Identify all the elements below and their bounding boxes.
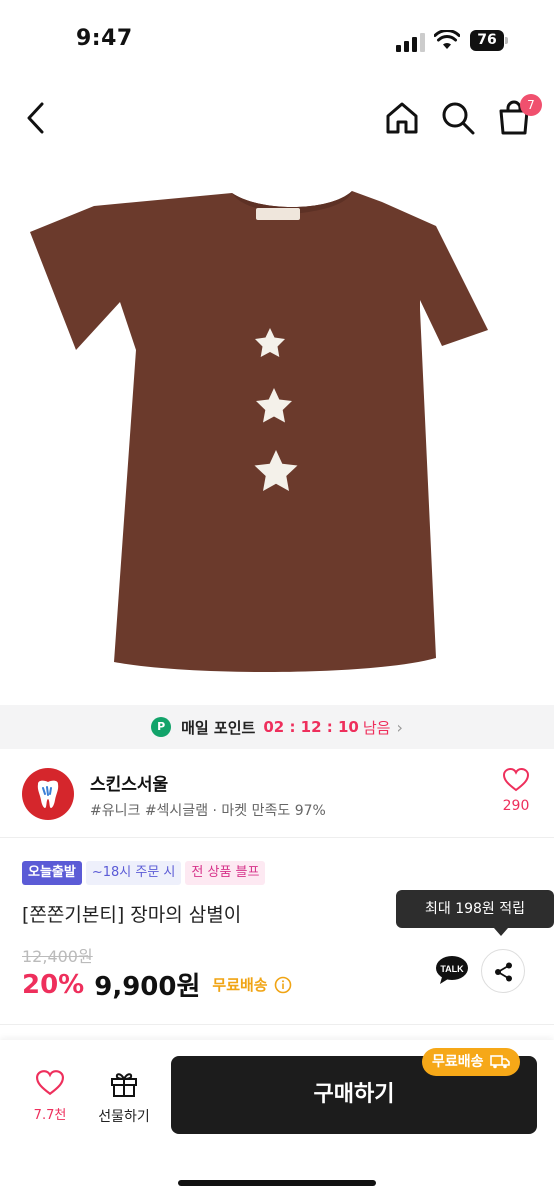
product-like-button[interactable]: 7.7천	[20, 1070, 80, 1123]
price-row: 20% 9,900원 무료배송	[22, 966, 292, 1003]
product-like-count: 7.7천	[33, 1108, 67, 1123]
free-shipping-pill-label: 무료배송	[432, 1054, 484, 1070]
product-badges: 오늘출발 ~18시 주문 시 전 상품 블프	[22, 861, 266, 885]
truck-icon	[489, 1055, 510, 1069]
share-button[interactable]	[481, 949, 525, 993]
product-image[interactable]	[0, 150, 554, 705]
back-icon[interactable]	[18, 98, 58, 138]
shop-avatar[interactable]	[22, 768, 74, 820]
chevron-right-icon: ›	[396, 717, 403, 737]
shop-like-button[interactable]: 290	[496, 767, 536, 814]
points-icon: P	[151, 717, 172, 737]
home-indicator	[178, 1180, 376, 1186]
info-icon[interactable]	[274, 976, 292, 994]
original-price: 12,400원	[22, 947, 93, 966]
size-label	[256, 208, 300, 220]
product-title: [쫀쫀기본티] 장마의 삼별이	[22, 904, 242, 926]
battery-level: 76	[470, 30, 504, 51]
gift-button[interactable]: 선물하기	[90, 1070, 158, 1126]
daily-points-bar[interactable]: P 매일 포인트 02 : 12 : 10 남음 ›	[0, 705, 554, 749]
points-label: 매일 포인트	[181, 718, 256, 737]
tooth-logo-icon	[37, 780, 59, 808]
bottom-action-bar: 7.7천 선물하기 구매하기 무료배송	[0, 1040, 554, 1200]
cart-count-badge: 7	[520, 94, 542, 116]
wifi-icon	[434, 30, 460, 49]
badge-black-friday: 전 상품 블프	[185, 861, 266, 885]
shop-name[interactable]: 스킨스서울	[90, 770, 168, 795]
free-shipping-label: 무료배송	[212, 976, 268, 994]
tooltip-arrow	[494, 928, 508, 936]
sale-price: 9,900원	[94, 972, 201, 1002]
share-icon	[495, 962, 512, 982]
battery-icon: 76	[470, 30, 508, 51]
signal-icon	[396, 33, 425, 52]
divider	[0, 1024, 554, 1025]
heart-icon	[35, 1070, 65, 1096]
gift-icon	[111, 1073, 137, 1097]
gift-label: 선물하기	[98, 1109, 150, 1125]
free-shipping-pill: 무료배송	[422, 1048, 520, 1076]
shirt-illustration	[30, 191, 488, 673]
talk-label: TALK	[440, 964, 464, 974]
search-icon[interactable]	[438, 98, 478, 138]
shop-like-count: 290	[502, 798, 530, 814]
badge-today-ship: 오늘출발	[22, 861, 82, 885]
points-remain: 남음	[362, 718, 391, 737]
home-icon[interactable]	[382, 98, 422, 138]
nav-bar: 7	[0, 88, 554, 148]
points-tooltip: 최대 198원 적립	[396, 890, 554, 928]
status-time: 9:47	[76, 26, 133, 51]
badge-order-cutoff: ~18시 주문 시	[85, 861, 182, 885]
points-timer: 02 : 12 : 10	[263, 718, 359, 736]
talk-icon[interactable]: TALK	[432, 950, 472, 990]
shop-row[interactable]: 스킨스서울 #유니크 #섹시글램 · 마켓 만족도 97% 290	[0, 750, 554, 838]
status-bar: 9:47 76	[0, 0, 554, 80]
heart-icon	[502, 767, 530, 792]
discount-rate: 20%	[22, 969, 85, 1000]
shop-tags: #유니크 #섹시글램 · 마켓 만족도 97%	[90, 803, 326, 819]
